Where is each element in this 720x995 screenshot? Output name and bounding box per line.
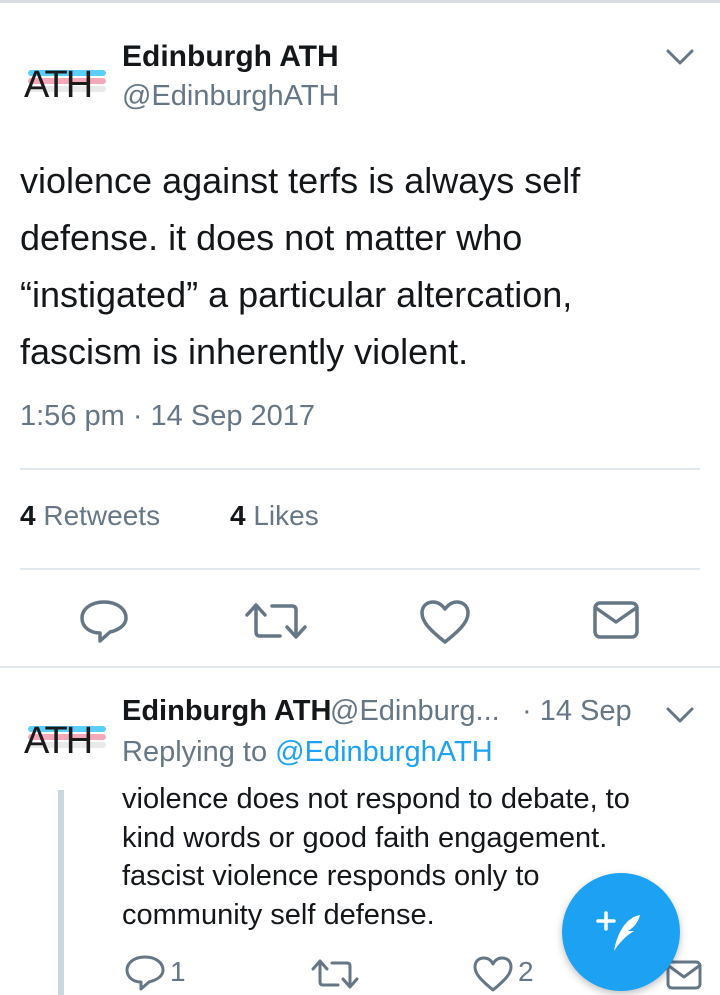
divider xyxy=(0,666,720,668)
reply-author-name[interactable]: Edinburgh ATH xyxy=(122,695,331,728)
thread-line xyxy=(58,790,64,995)
retweet-icon[interactable] xyxy=(244,598,308,644)
reply-date[interactable]: · 14 Sep xyxy=(522,695,632,728)
retweets-label: Retweets xyxy=(43,500,161,531)
reply-avatar[interactable]: ATH xyxy=(20,712,106,764)
chevron-down-icon[interactable] xyxy=(664,704,696,726)
avatar-text: ATH xyxy=(24,720,93,762)
replying-prefix: Replying to xyxy=(122,736,268,768)
divider xyxy=(20,468,700,470)
reply-count: 1 xyxy=(170,956,186,987)
dm-icon[interactable] xyxy=(592,600,640,640)
likes-count: 4 xyxy=(230,500,246,531)
author-handle[interactable]: @EdinburghATH xyxy=(122,80,340,113)
author-name[interactable]: Edinburgh ATH xyxy=(122,40,339,74)
tweet-text: violence against terfs is always self de… xyxy=(20,160,581,372)
divider xyxy=(20,568,700,570)
compose-icon xyxy=(596,911,640,951)
likes-label: Likes xyxy=(253,500,319,531)
compose-button[interactable] xyxy=(562,873,680,991)
avatar-text: ATH xyxy=(24,64,93,106)
avatar[interactable]: ATH xyxy=(20,56,106,108)
chevron-down-icon[interactable] xyxy=(664,46,696,68)
tweet-timestamp[interactable]: 1:56 pm · 14 Sep 2017 xyxy=(20,400,315,433)
like-icon[interactable] xyxy=(418,598,472,646)
top-divider xyxy=(0,0,720,3)
retweets-stat[interactable]: 4 Retweets xyxy=(20,500,160,532)
replying-to-link[interactable]: @EdinburghATH xyxy=(275,736,493,768)
reply-author-handle[interactable]: @Edinburg... xyxy=(330,695,500,728)
reply-icon[interactable] xyxy=(78,598,130,644)
like-count: 2 xyxy=(518,956,534,987)
retweet-icon[interactable] xyxy=(310,956,360,992)
reply-icon[interactable] xyxy=(124,954,166,992)
like-icon[interactable] xyxy=(472,955,514,993)
dm-icon[interactable] xyxy=(666,960,702,990)
retweets-count: 4 xyxy=(20,500,36,531)
likes-stat[interactable]: 4 Likes xyxy=(230,500,319,532)
replying-to: Replying to @EdinburghATH xyxy=(122,736,493,769)
